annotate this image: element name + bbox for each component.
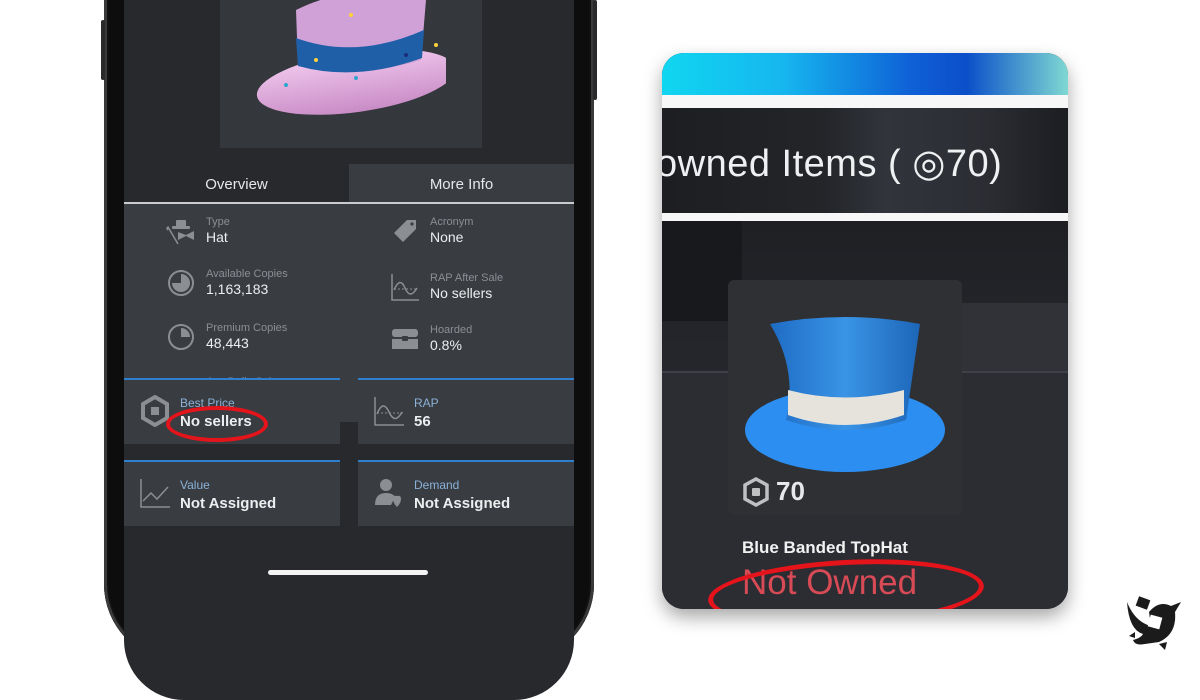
stat-hoarded: Hoarded 0.8% [388,322,472,356]
card-label: RAP [414,396,439,410]
stat-type: Type Hat [164,214,230,248]
line-chart-icon [138,476,172,510]
robux-icon [743,476,769,507]
card-label: Demand [414,478,460,492]
stat-label: Available Copies [206,268,288,280]
stat-label: Acronym [430,216,474,228]
bird-logo-icon [1127,596,1181,650]
phone-power-button [593,0,597,100]
wave-chart-icon [372,394,406,428]
hat-cane-icon [164,214,198,248]
home-indicator[interactable] [268,570,428,575]
card-label: Value [180,478,210,492]
item-name: Blue Banded TopHat [742,538,908,557]
card-label: Best Price [180,396,235,410]
blue-tophat-image [745,317,945,472]
card-demand[interactable]: Demand Not Assigned [358,460,574,526]
phone-side-button [101,20,105,80]
card-best-price[interactable]: Best Price No sellers [124,378,340,444]
chest-icon [388,322,422,356]
stat-value: None [430,229,464,245]
card-rap[interactable]: RAP 56 [358,378,574,444]
item-price-value: 70 [776,476,805,506]
owned-items-title: owned Items ( ◎70) [662,143,1003,185]
pie-quarter-icon [164,320,198,354]
robux-icon [138,394,172,428]
wave-chart-icon [388,270,422,304]
tag-icon [388,214,422,248]
user-heart-icon [372,476,406,510]
divider [662,213,1068,221]
stat-available-copies: Available Copies 1,163,183 [164,266,288,300]
divider [662,95,1068,108]
stat-value: 1,163,183 [206,281,269,297]
brand-logo [1115,592,1185,663]
stat-value: Hat [206,229,228,245]
card-value: No sellers [180,413,252,430]
gradient-header [662,53,1068,95]
detail-tabs: Overview More Info [124,164,574,204]
stat-premium-copies: Premium Copies 48,443 [164,320,287,354]
stat-label: RAP After Sale [430,272,504,284]
stat-label: Hoarded [430,324,473,336]
tab-more-info[interactable]: More Info [349,164,574,204]
stat-label: Type [206,216,230,228]
item-price: 70 [742,476,805,507]
card-value[interactable]: Value Not Assigned [124,460,340,526]
card-value-text: Not Assigned [180,495,277,512]
stat-label: Premium Copies [206,322,288,334]
card-value-text: Not Assigned [414,495,511,512]
stat-rap-after-sale: RAP After Sale No sellers [388,270,503,304]
card-value: 56 [414,413,431,430]
pink-hat-image [256,0,446,115]
pie-chart-icon [164,266,198,300]
tab-overview[interactable]: Overview [124,164,349,204]
item-preview [220,0,482,148]
stat-acronym: Acronym None [388,214,473,248]
phone-screen: Overview More Info Type Hat Available Cop… [124,0,574,700]
stat-value: 0.8% [430,337,462,353]
stat-value: No sellers [430,285,493,301]
stat-value: 48,443 [206,335,249,351]
scene-shape [962,303,1068,373]
phone-frame: Overview More Info Type Hat Available Cop… [101,0,597,700]
game-screenshot-card: owned Items ( ◎70) 70 Blue Banded TopHat… [662,53,1068,609]
